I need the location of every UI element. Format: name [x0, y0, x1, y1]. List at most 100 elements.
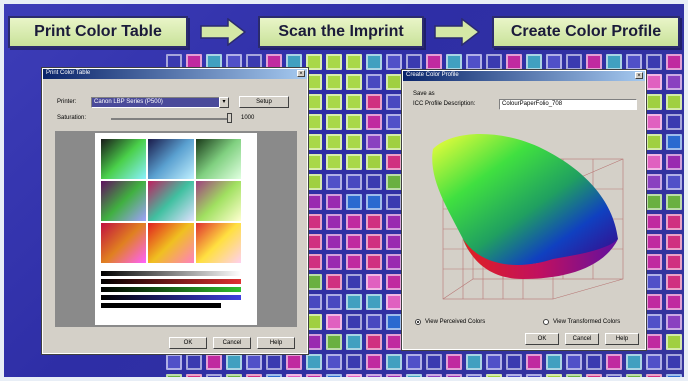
slider-thumb[interactable] — [227, 113, 232, 123]
mosaic-tile — [526, 54, 542, 70]
mosaic-tile — [306, 254, 322, 270]
mosaic-tile — [306, 114, 322, 130]
cancel-button[interactable]: Cancel — [213, 337, 251, 349]
mosaic-tile — [666, 354, 682, 370]
mosaic-tile — [366, 194, 382, 210]
mosaic-tile — [346, 354, 362, 370]
mosaic-tile — [646, 54, 662, 70]
mosaic-tile — [426, 374, 442, 377]
mosaic-tile — [666, 94, 682, 110]
mosaic-tile — [646, 194, 662, 210]
mosaic-tile — [366, 354, 382, 370]
mosaic-tile — [366, 154, 382, 170]
saturation-slider[interactable] — [111, 118, 231, 120]
mosaic-tile — [306, 94, 322, 110]
dialog-title: Print Color Table — [46, 70, 91, 76]
mosaic-tile — [626, 354, 642, 370]
printer-select[interactable]: Canon LBP Series (P500) — [91, 97, 225, 108]
mosaic-tile — [326, 334, 342, 350]
radio-view-transformed-colors[interactable] — [543, 319, 549, 325]
mosaic-tile — [506, 354, 522, 370]
mosaic-tile — [646, 294, 662, 310]
mosaic-tile — [486, 354, 502, 370]
mosaic-tile — [346, 374, 362, 377]
mosaic-tile — [366, 94, 382, 110]
mosaic-tile — [226, 374, 242, 377]
mosaic-tile — [366, 314, 382, 330]
ok-button[interactable]: OK — [169, 337, 207, 349]
mosaic-tile — [666, 294, 682, 310]
mosaic-tile — [346, 234, 362, 250]
mosaic-tile — [666, 74, 682, 90]
setup-button[interactable]: Setup — [239, 96, 289, 108]
chevron-down-icon[interactable]: ▾ — [219, 97, 229, 108]
mosaic-tile — [326, 354, 342, 370]
mosaic-tile — [266, 374, 282, 377]
mosaic-tile — [646, 94, 662, 110]
mosaic-tile — [646, 354, 662, 370]
mosaic-tile — [666, 374, 682, 377]
mosaic-tile — [326, 274, 342, 290]
mosaic-tile — [366, 54, 382, 70]
mosaic-tile — [666, 154, 682, 170]
help-button[interactable]: Help — [605, 333, 639, 345]
mosaic-tile — [606, 374, 622, 377]
mosaic-tile — [326, 74, 342, 90]
mosaic-tile — [646, 234, 662, 250]
printer-label: Printer: — [57, 99, 77, 105]
mosaic-tile — [186, 374, 202, 377]
print-preview-area — [55, 131, 297, 327]
mosaic-tile — [386, 174, 402, 190]
close-icon[interactable]: × — [297, 70, 305, 77]
mosaic-tile — [366, 134, 382, 150]
gray-ramp — [101, 271, 241, 276]
mosaic-tile — [226, 354, 242, 370]
mosaic-tile — [366, 234, 382, 250]
mosaic-tile — [386, 134, 402, 150]
color-table-grid — [101, 139, 241, 263]
mosaic-tile — [646, 334, 662, 350]
mosaic-tile — [506, 54, 522, 70]
mosaic-tile — [186, 354, 202, 370]
mosaic-tile — [666, 214, 682, 230]
mosaic-tile — [546, 54, 562, 70]
mosaic-tile — [386, 94, 402, 110]
mosaic-tile — [566, 374, 582, 377]
slide-background: Print Color Table Scan the Imprint Creat… — [4, 4, 684, 377]
mosaic-tile — [446, 374, 462, 377]
mosaic-tile — [326, 374, 342, 377]
mosaic-tile — [246, 354, 262, 370]
mosaic-tile — [386, 154, 402, 170]
mosaic-tile — [386, 274, 402, 290]
mosaic-tile — [646, 154, 662, 170]
help-button[interactable]: Help — [257, 337, 295, 349]
dialog-title-bar: Create Color Profile × — [403, 71, 645, 81]
mosaic-tile — [326, 94, 342, 110]
mosaic-tile — [446, 54, 462, 70]
green-ramp — [101, 287, 241, 292]
radio-view-perceived-colors[interactable] — [415, 319, 421, 325]
color-gamut-3d-view[interactable] — [413, 119, 639, 305]
mosaic-tile — [386, 354, 402, 370]
mosaic-tile — [466, 54, 482, 70]
mosaic-tile — [646, 254, 662, 270]
close-icon[interactable]: × — [635, 72, 643, 79]
mosaic-tile — [346, 114, 362, 130]
mosaic-tile — [386, 254, 402, 270]
mosaic-tile — [346, 74, 362, 90]
step-create-color-profile: Create Color Profile — [492, 16, 680, 48]
mosaic-tile — [426, 54, 442, 70]
cancel-button[interactable]: Cancel — [565, 333, 599, 345]
ok-button[interactable]: OK — [525, 333, 559, 345]
mosaic-tile — [326, 54, 342, 70]
saturation-value: 1000 — [241, 115, 255, 121]
mosaic-tile — [306, 314, 322, 330]
mosaic-tile — [346, 214, 362, 230]
dialog-title-bar: Print Color Table × — [43, 69, 307, 79]
step-print-color-table: Print Color Table — [8, 16, 188, 48]
mosaic-tile — [266, 354, 282, 370]
mosaic-tile — [306, 334, 322, 350]
radio-perceived-label: View Perceived Colors — [425, 319, 486, 325]
print-color-table-dialog: Print Color Table × Printer: Canon LBP S… — [41, 67, 309, 355]
icc-profile-description-input[interactable]: ColourPaperFolio_708 — [499, 99, 637, 110]
